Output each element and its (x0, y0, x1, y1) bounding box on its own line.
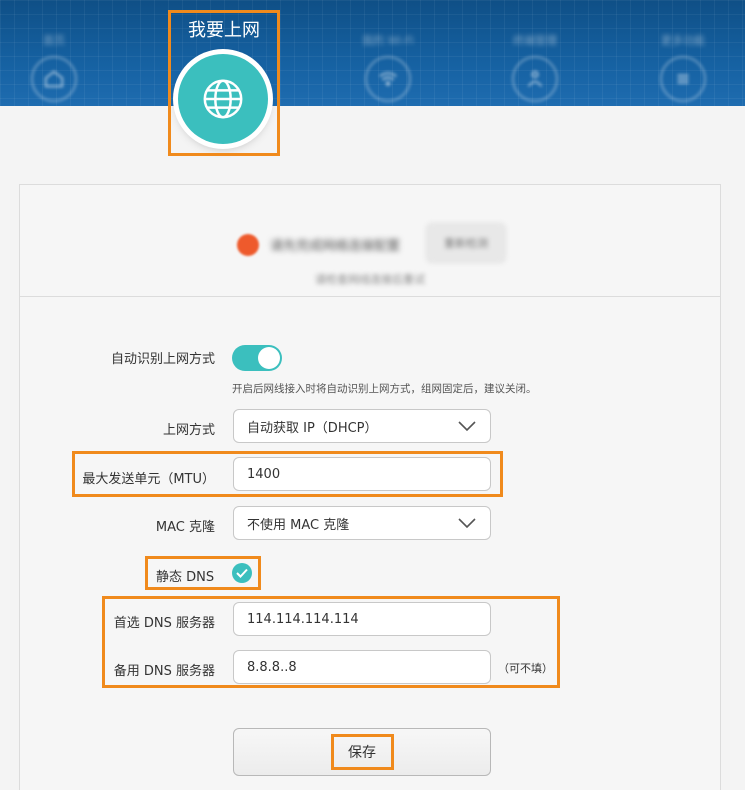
mac-clone-value: 不使用 MAC 克隆 (247, 517, 350, 533)
nav-item-wifi-label: 我的 Wi-Fi (362, 34, 414, 47)
nav-item-more-label: 更多功能 (661, 34, 705, 47)
nav-item-home-label: 首页 (43, 34, 65, 47)
toggle-knob (258, 347, 280, 369)
devices-icon (512, 56, 558, 102)
auto-detect-label: 自动识别上网方式 (110, 352, 215, 367)
nav-item-more[interactable]: 更多功能 (643, 0, 723, 106)
highlight-box-static-dns (145, 556, 261, 590)
mac-clone-select[interactable]: 不使用 MAC 克隆 (233, 506, 491, 540)
highlight-box-internet-tab (168, 10, 280, 156)
menu-icon (660, 56, 706, 102)
top-nav-bar: 首页 我的 Wi-Fi 终端管理 更多功能 (0, 0, 745, 106)
highlight-box-dns-servers (102, 596, 560, 688)
nav-item-home[interactable]: 首页 (14, 0, 94, 106)
home-icon (31, 56, 77, 102)
wifi-icon (365, 56, 411, 102)
status-indicator (237, 234, 259, 256)
chevron-down-icon (458, 420, 476, 436)
wan-mode-select[interactable]: 自动获取 IP（DHCP） (233, 409, 491, 443)
auto-detect-toggle[interactable] (232, 345, 282, 371)
highlight-box-mtu (72, 451, 503, 497)
status-subtext: 请检查网线连接后重试 (315, 273, 425, 286)
wan-mode-label: 上网方式 (162, 423, 215, 438)
highlight-box-save (331, 734, 394, 770)
nav-item-wifi[interactable]: 我的 Wi-Fi (348, 0, 428, 106)
chevron-down-icon (458, 517, 476, 533)
wan-mode-value: 自动获取 IP（DHCP） (247, 420, 378, 436)
auto-detect-hint: 开启后网线接入时将自动识别上网方式，组网固定后，建议关闭。 (232, 383, 537, 395)
status-text: 请先完成网络连接配置 (270, 239, 401, 254)
nav-item-devices-label: 终端管理 (513, 34, 557, 47)
mac-clone-label: MAC 克隆 (155, 520, 215, 535)
recheck-button[interactable]: 重新检测 (426, 223, 506, 263)
panel-divider (20, 296, 720, 297)
nav-item-devices[interactable]: 终端管理 (495, 0, 575, 106)
